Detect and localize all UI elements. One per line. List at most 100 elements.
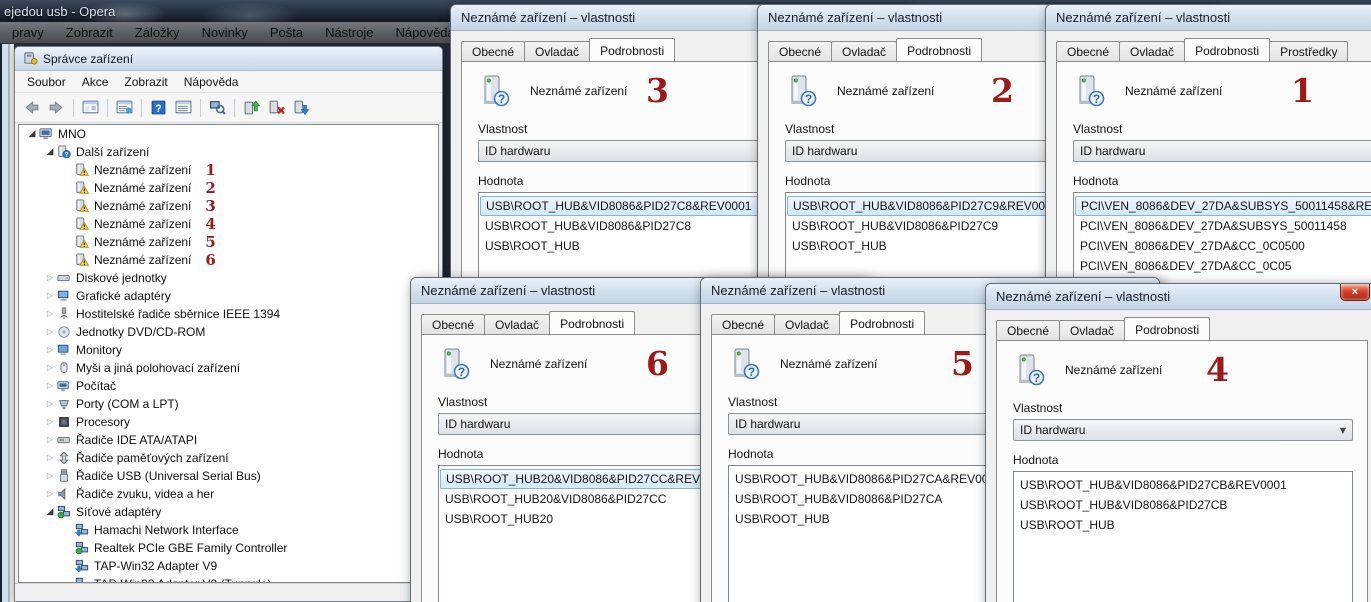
dm-menu-item-zobrazit[interactable]: Zobrazit [116, 72, 175, 92]
tab-obecne[interactable]: Obecné [996, 320, 1061, 340]
expander-icon[interactable]: ▷ [43, 323, 57, 341]
tree-item[interactable]: ▷ Monitory [19, 341, 438, 359]
tree-item[interactable]: Neznámé zařízení 5 [19, 233, 438, 251]
tab-ovladac[interactable]: Ovladač [524, 41, 591, 61]
opera-menu-item-posta[interactable]: Pošta [260, 23, 313, 42]
sound-icon [57, 487, 73, 501]
dm-menu-item-napoveda[interactable]: Nápověda [176, 72, 247, 92]
expander-icon[interactable]: ▷ [43, 269, 57, 287]
toolbar-button-update-driver[interactable] [239, 96, 264, 120]
expander-icon[interactable]: ▷ [43, 341, 57, 359]
tree-item[interactable]: Neznámé zařízení 6 [19, 251, 438, 269]
tab-podrobnosti[interactable]: Podrobnosti [1124, 317, 1211, 340]
toolbar-separator [234, 98, 235, 117]
toolbar-button-scan-hardware[interactable] [289, 96, 314, 120]
hardware-id-value[interactable]: PCI\VEN_8086&DEV_27DA&CC_0C0500 [1074, 236, 1371, 256]
expander-icon[interactable]: ▷ [43, 287, 57, 305]
expander-icon[interactable]: ▷ [43, 413, 57, 431]
tab-ovladac[interactable]: Ovladač [1119, 41, 1186, 61]
tab-obecne[interactable]: Obecné [1056, 41, 1121, 61]
tab-ovladac[interactable]: Ovladač [484, 314, 551, 334]
tab-ovladac[interactable]: Ovladač [774, 314, 841, 334]
dialog-title: Neznámé zařízení – vlastnosti [421, 283, 596, 298]
tab-prostredky[interactable]: Prostředky [1269, 41, 1349, 61]
tab-ovladac[interactable]: Ovladač [1059, 320, 1126, 340]
dm-menu-item-akce[interactable]: Akce [74, 72, 117, 92]
tree-item[interactable]: TAP-Win32 Adapter V9 [19, 557, 438, 575]
expander-icon[interactable]: ▷ [43, 431, 57, 449]
expander-icon[interactable]: ▷ [43, 485, 57, 503]
expander-icon[interactable]: ▷ [43, 395, 57, 413]
dialog-titlebar[interactable]: Neznámé zařízení – vlastnosti × [986, 284, 1371, 310]
tree-item[interactable]: ▷ Procesory [19, 413, 438, 431]
tree-item[interactable]: ▷ Počítač [19, 377, 438, 395]
opera-menu-item-nastroje[interactable]: Nástroje [315, 23, 383, 42]
hardware-id-value[interactable]: USB\ROOT_HUB [1014, 515, 1352, 535]
opera-menu-item-pravy[interactable]: pravy [2, 23, 54, 42]
opera-menu-item-novinky[interactable]: Novinky [192, 23, 258, 42]
toolbar-button-tree-view[interactable] [78, 96, 103, 120]
tab-podrobnosti[interactable]: Podrobnosti [549, 311, 636, 334]
toolbar-button-scan[interactable] [205, 96, 230, 120]
tree-item[interactable]: ▷ Myši a jiná polohovací zařízení [19, 359, 438, 377]
tab-podrobnosti[interactable]: Podrobnosti [589, 38, 676, 61]
toolbar-button-help[interactable]: ? [146, 96, 171, 120]
tree-item[interactable]: Neznámé zařízení 2 [19, 179, 438, 197]
opera-menu-item-zalozky[interactable]: Záložky [125, 23, 190, 42]
close-button[interactable]: × [1340, 284, 1370, 301]
tree-item[interactable]: Realtek PCIe GBE Family Controller [19, 539, 438, 557]
tree-item[interactable]: ▷ Grafické adaptéry [19, 287, 438, 305]
dialog-titlebar[interactable]: Neznámé zařízení – vlastnosti [1046, 5, 1371, 31]
expander-icon[interactable]: ◢ [25, 125, 39, 143]
tab-obecne[interactable]: Obecné [768, 41, 833, 61]
tree-item[interactable]: ▷ Řadiče zvuku, videa a her [19, 485, 438, 503]
expander-icon[interactable]: ▷ [43, 377, 57, 395]
property-dropdown[interactable]: ID hardwaru▼ [1013, 419, 1353, 441]
device-manager-titlebar[interactable]: Správce zařízení [15, 47, 442, 71]
tree-item[interactable]: Neznámé zařízení 1 [19, 161, 438, 179]
device-name: Neznámé zařízení [1125, 84, 1223, 98]
tree-item[interactable]: ▷ Porty (COM a LPT) [19, 395, 438, 413]
hardware-id-value[interactable]: USB\ROOT_HUB&VID8086&PID27CB&REV0001 [1014, 475, 1352, 495]
toolbar-button-list-view[interactable] [171, 96, 196, 120]
tree-item[interactable]: ◢ MNO [19, 125, 438, 143]
tab-podrobnosti[interactable]: Podrobnosti [839, 311, 926, 334]
expander-icon[interactable]: ▷ [43, 305, 57, 323]
tab-obecne[interactable]: Obecné [461, 41, 526, 61]
tab-obecne[interactable]: Obecné [421, 314, 486, 334]
tab-podrobnosti[interactable]: Podrobnosti [896, 38, 983, 61]
tree-item[interactable]: ▷ Řadiče USB (Universal Serial Bus) [19, 467, 438, 485]
expander-icon[interactable]: ◢ [43, 143, 57, 161]
tab-podrobnosti[interactable]: Podrobnosti [1184, 38, 1271, 61]
hardware-id-value[interactable]: PCI\VEN_8086&DEV_27DA&CC_0C05 [1074, 256, 1371, 276]
tree-item[interactable]: ◢ Síťové adaptéry [19, 503, 438, 521]
opera-menu-item-zobrazit[interactable]: Zobrazit [56, 23, 123, 42]
toolbar-button-properties[interactable] [112, 96, 137, 120]
dm-menu-item-soubor[interactable]: Soubor [19, 72, 74, 92]
tree-item[interactable]: ▷ Řadiče paměťových zařízení [19, 449, 438, 467]
network-adapter-icon [75, 541, 91, 555]
tree-item[interactable]: ▷ Diskové jednotky [19, 269, 438, 287]
tree-item[interactable]: ▷ Jednotky DVD/CD-ROM [19, 323, 438, 341]
expander-icon[interactable]: ▷ [43, 449, 57, 467]
tree-item[interactable]: TAP-Win32 Adapter V9 (Tunngle) [19, 575, 438, 582]
toolbar-button-back[interactable] [19, 96, 44, 120]
hardware-id-value[interactable]: PCI\VEN_8086&DEV_27DA&SUBSYS_50011458 [1074, 216, 1371, 236]
tree-item[interactable]: Neznámé zařízení 3 [19, 197, 438, 215]
tab-obecne[interactable]: Obecné [711, 314, 776, 334]
tree-item[interactable]: Hamachi Network Interface [19, 521, 438, 539]
hardware-id-value[interactable]: PCI\VEN_8086&DEV_27DA&SUBSYS_50011458&RE… [1075, 196, 1371, 216]
tree-item[interactable]: Neznámé zařízení 4 [19, 215, 438, 233]
expander-icon[interactable]: ▷ [43, 467, 57, 485]
expander-icon[interactable]: ◢ [43, 503, 57, 521]
hardware-id-value[interactable]: USB\ROOT_HUB&VID8086&PID27CB [1014, 495, 1352, 515]
tree-item[interactable]: ◢? Další zařízení [19, 143, 438, 161]
toolbar-button-uninstall-device[interactable] [264, 96, 289, 120]
toolbar-button-forward[interactable] [44, 96, 69, 120]
tree-item[interactable]: ▷ Hostitelské řadiče sběrnice IEEE 1394 [19, 305, 438, 323]
property-dropdown[interactable]: ID hardwaru▼ [1073, 140, 1371, 162]
expander-icon[interactable]: ▷ [43, 359, 57, 377]
tree-item-label: Hostitelské řadiče sběrnice IEEE 1394 [76, 307, 281, 321]
tab-ovladac[interactable]: Ovladač [831, 41, 898, 61]
tree-item[interactable]: ▷ Řadiče IDE ATA/ATAPI [19, 431, 438, 449]
